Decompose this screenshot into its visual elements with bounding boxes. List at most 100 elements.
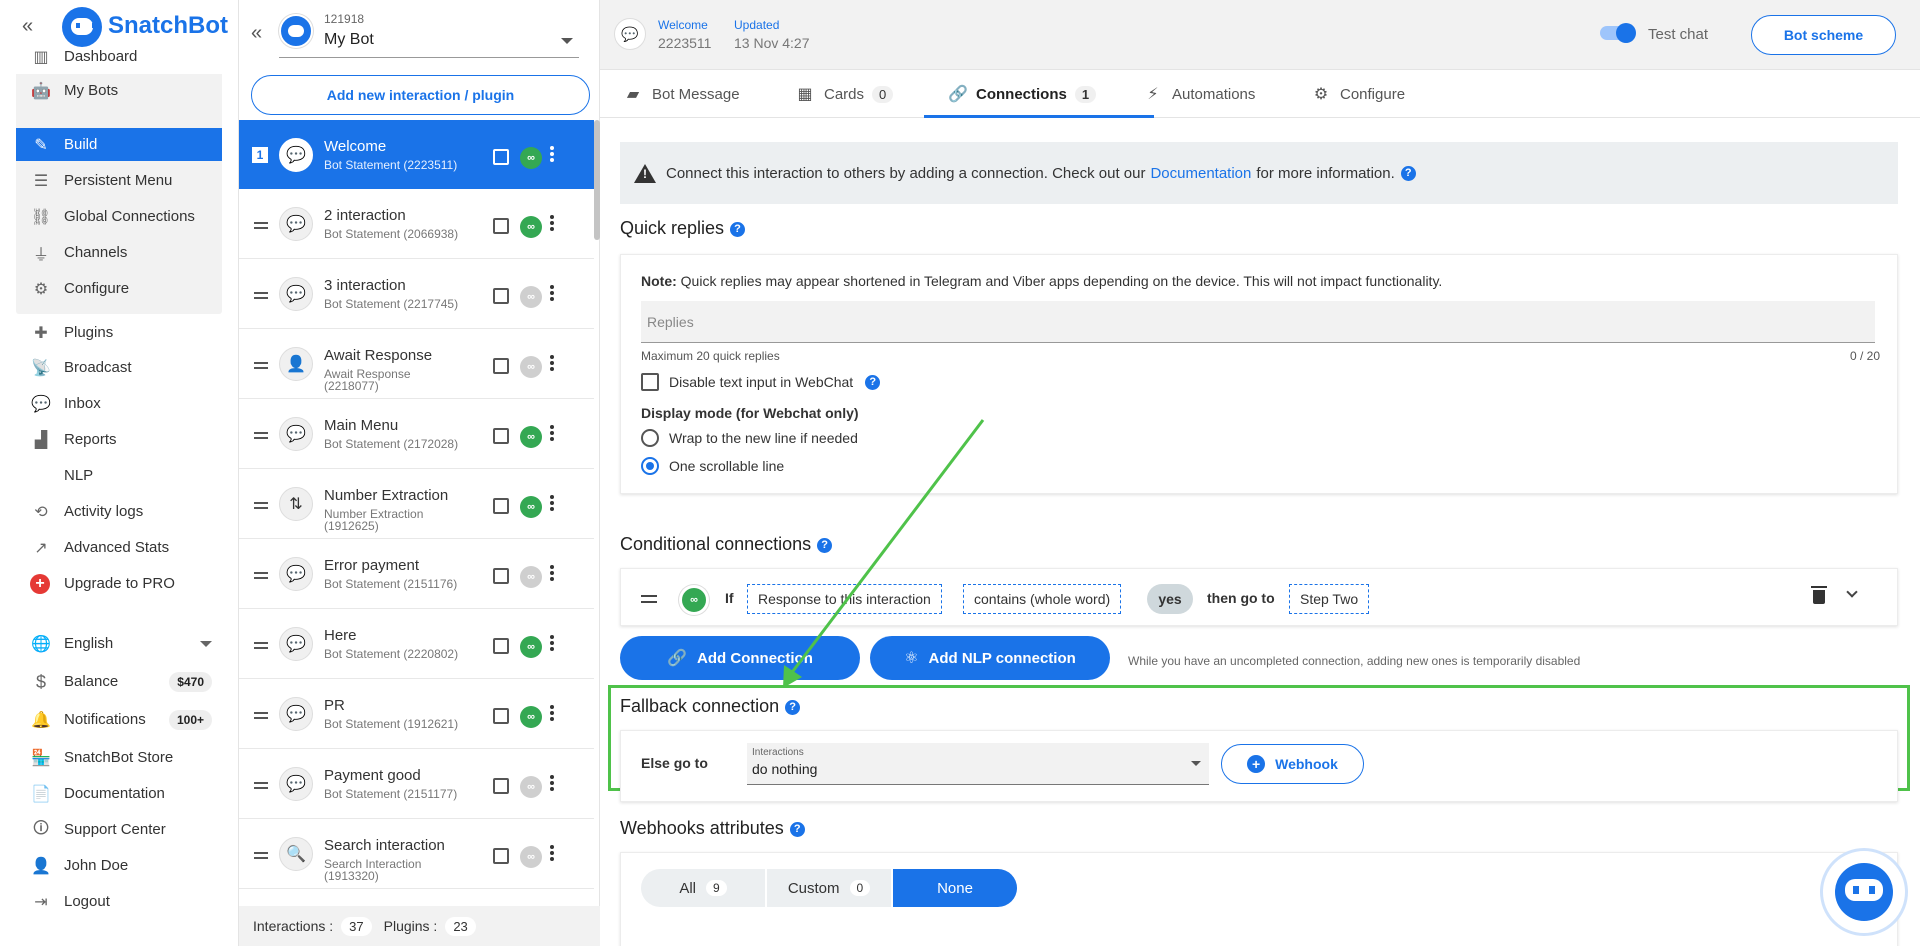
interaction-row[interactable]: 1 💬 Welcome Bot Statement (2223511) ∞ [239,120,594,190]
interaction-row[interactable]: 💬 Here Bot Statement (2220802) ∞ [239,609,594,679]
tab-connections[interactable]: 🔗 Connections 1 [948,70,1097,118]
nav-inbox[interactable]: 💬 Inbox [16,387,222,420]
nav-nlp[interactable]: NLP [16,459,222,492]
radio-scroll-row[interactable]: One scrollable line [641,457,784,475]
documentation-link[interactable]: Documentation [1150,165,1251,182]
nav-user[interactable]: 👤 John Doe [16,849,222,882]
nav-activity-logs[interactable]: ⟲ Activity logs [16,495,222,528]
tab-automations[interactable]: ⚡ Automations [1144,70,1255,118]
drag-handle-icon[interactable] [254,222,268,224]
nav-advanced-stats[interactable]: ↗ Advanced Stats [16,531,222,564]
interaction-checkbox[interactable] [493,218,509,234]
interaction-checkbox[interactable] [493,638,509,654]
help-icon[interactable]: ? [730,221,746,237]
nav-configure[interactable]: ⚙ Configure [16,272,222,305]
drag-handle-icon[interactable] [254,712,268,714]
interaction-row[interactable]: 💬 2 interaction Bot Statement (2066938) ∞ [239,189,594,259]
help-icon[interactable]: ? [865,374,881,390]
add-connection-button[interactable]: 🔗 Add Connection [620,636,860,680]
tab-cards[interactable]: ▦ Cards 0 [796,70,894,118]
interaction-checkbox[interactable] [493,708,509,724]
drag-handle-icon[interactable] [254,432,268,434]
interaction-checkbox[interactable] [493,149,509,165]
nav-dashboard[interactable]: ▥ Dashboard [16,40,222,73]
nav-notifications[interactable]: 🔔 Notifications 100+ [16,703,222,736]
tab-configure[interactable]: ⚙ Configure [1312,70,1405,118]
more-menu-icon[interactable] [550,565,554,569]
interaction-checkbox[interactable] [493,568,509,584]
chevron-down-icon[interactable] [1846,586,1858,598]
interaction-row[interactable]: ⇅ Number Extraction Number Extraction (191… [239,469,594,539]
more-menu-icon[interactable] [550,146,554,150]
more-menu-icon[interactable] [550,495,554,499]
drag-handle-icon[interactable] [254,852,268,854]
condition-field[interactable]: Response to this interaction [747,584,942,614]
drag-handle-icon[interactable] [254,292,268,294]
filter-custom[interactable]: Custom 0 [767,869,891,907]
nav-balance[interactable]: $ Balance $470 [16,665,222,698]
nav-persistent-menu[interactable]: ☰ Persistent Menu [16,164,222,197]
interaction-checkbox[interactable] [493,358,509,374]
help-icon[interactable]: ? [817,537,833,553]
nav-store[interactable]: 🏪 SnatchBot Store [16,741,222,774]
filter-all[interactable]: All 9 [641,869,765,907]
nav-channels[interactable]: ⏚ Channels [16,236,222,269]
trash-icon[interactable] [1811,586,1827,604]
drag-handle-icon[interactable] [254,782,268,784]
condition-operator[interactable]: contains (whole word) [963,584,1122,614]
help-icon[interactable]: ? [789,821,805,837]
nav-reports[interactable]: ▟ Reports [16,423,222,456]
drag-handle-icon[interactable] [254,362,268,364]
interaction-row[interactable]: 💬 3 interaction Bot Statement (2217745) ∞ [239,259,594,329]
drag-handle-icon[interactable] [254,642,268,644]
tab-bot-message[interactable]: ▰ Bot Message [624,70,740,118]
add-interaction-button[interactable]: Add new interaction / plugin [251,75,590,115]
disable-text-input-row[interactable]: Disable text input in WebChat ? [641,373,881,391]
condition-value[interactable]: yes [1147,584,1193,614]
add-nlp-connection-button[interactable]: ⚛ Add NLP connection [870,636,1110,680]
more-menu-icon[interactable] [550,705,554,709]
nav-support[interactable]: 🛈 Support Center [16,813,222,846]
interaction-row[interactable]: 💬 Main Menu Bot Statement (2172028) ∞ [239,399,594,469]
more-menu-icon[interactable] [550,285,554,289]
radio-wrap-row[interactable]: Wrap to the new line if needed [641,429,858,447]
help-icon[interactable]: ? [785,699,801,715]
more-menu-icon[interactable] [550,355,554,359]
nav-upgrade-pro[interactable]: + Upgrade to PRO [16,567,222,600]
interaction-checkbox[interactable] [493,428,509,444]
nav-logout[interactable]: ⇥ Logout [16,885,222,918]
more-menu-icon[interactable] [550,425,554,429]
nav-plugins[interactable]: ✚ Plugins [16,316,222,349]
filter-none[interactable]: None [893,869,1017,907]
test-chat-toggle[interactable] [1600,23,1636,43]
language-selector[interactable]: 🌐 English [16,627,222,660]
replies-input[interactable]: Replies [641,301,1875,343]
interaction-row[interactable]: 💬 PR Bot Statement (1912621) ∞ [239,679,594,749]
drag-handle-icon[interactable] [641,595,657,597]
more-menu-icon[interactable] [550,775,554,779]
interaction-checkbox[interactable] [493,778,509,794]
radio-wrap[interactable] [641,429,659,447]
nav-build[interactable]: ✎ Build [16,128,222,161]
fallback-interaction-select[interactable]: Interactions do nothing [747,743,1209,785]
interaction-checkbox[interactable] [493,848,509,864]
nav-my-bots[interactable]: 🤖 My Bots [16,74,222,107]
interaction-checkbox[interactable] [493,288,509,304]
more-menu-icon[interactable] [550,845,554,849]
bot-scheme-button[interactable]: Bot scheme [1751,15,1896,55]
webhook-button[interactable]: + Webhook [1221,744,1364,784]
condition-target[interactable]: Step Two [1289,584,1370,614]
interaction-row[interactable]: 💬 Error payment Bot Statement (2151176) ∞ [239,539,594,609]
drag-handle-icon[interactable] [254,572,268,574]
radio-scroll[interactable] [641,457,659,475]
more-menu-icon[interactable] [550,635,554,639]
interaction-row[interactable]: 👤 Await Response Await Response (2218077) ∞ [239,329,594,399]
interaction-row[interactable]: 💬 Payment good Bot Statement (2151177) ∞ [239,749,594,819]
double-chevron-left-icon[interactable]: « [22,15,33,38]
more-menu-icon[interactable] [550,215,554,219]
nav-documentation[interactable]: 📄 Documentation [16,777,222,810]
interaction-checkbox[interactable] [493,498,509,514]
help-icon[interactable]: ? [1400,165,1416,181]
interaction-row[interactable]: 🔍 Search interaction Search Interaction (1… [239,819,594,889]
nav-broadcast[interactable]: 📡 Broadcast [16,351,222,384]
